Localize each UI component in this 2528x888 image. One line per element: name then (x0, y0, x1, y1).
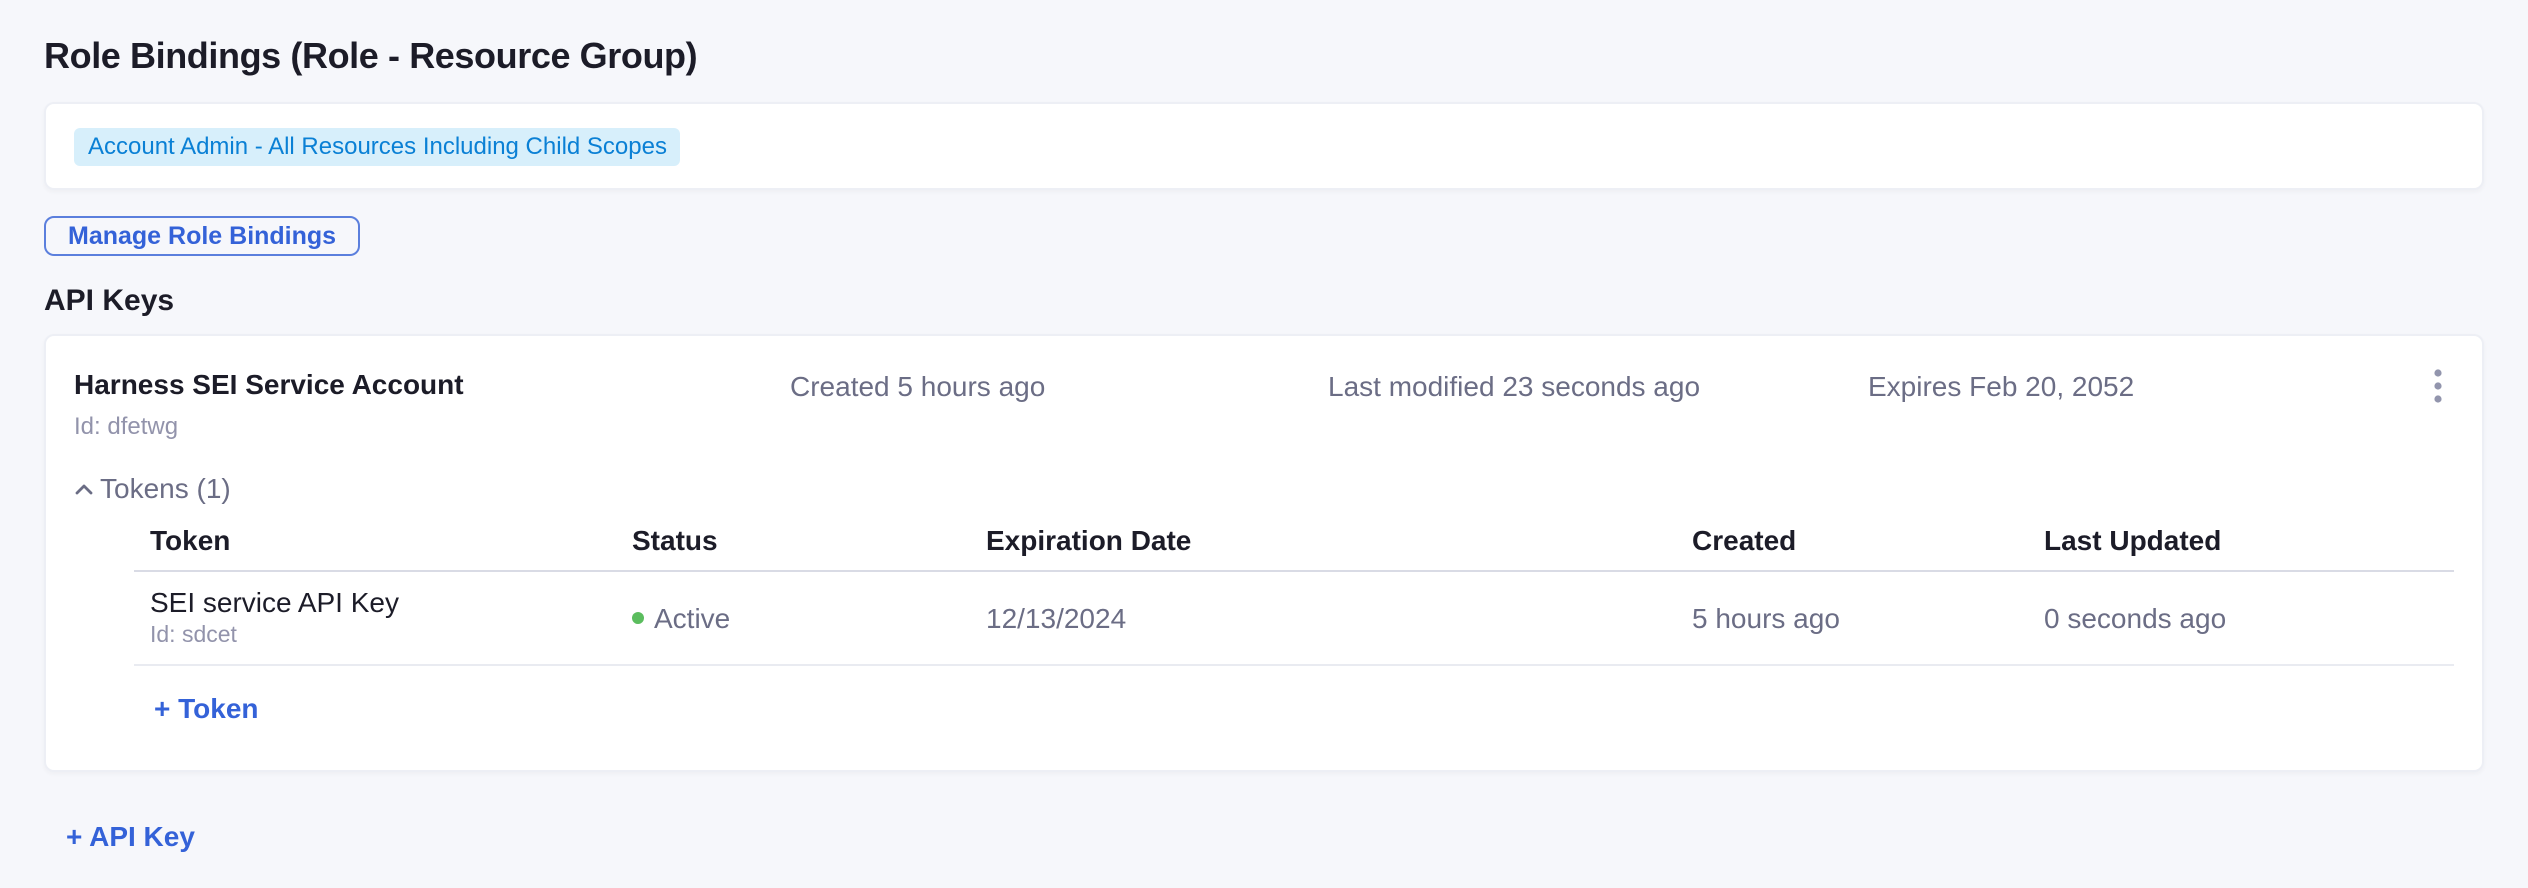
role-binding-tag[interactable]: Account Admin - All Resources Including … (74, 127, 681, 165)
role-bindings-card: Account Admin - All Resources Including … (44, 102, 2484, 190)
status-badge: Active (632, 601, 970, 635)
tokens-table-header: Token Status Expiration Date Created Las… (134, 524, 2454, 572)
status-label: Active (654, 601, 730, 635)
manage-role-bindings-button[interactable]: Manage Role Bindings (44, 216, 360, 256)
token-menu-button[interactable] (2418, 600, 2454, 636)
header-last-updated: Last Updated (2028, 524, 2390, 558)
api-key-header-row: Harness SEI Service Account Id: dfetwg C… (74, 368, 2454, 440)
add-api-key-button[interactable]: + API Key (66, 820, 195, 852)
api-key-expires: Expires Feb 20, 2052 (1868, 368, 2422, 404)
api-key-card: Harness SEI Service Account Id: dfetwg C… (44, 334, 2484, 772)
kebab-menu-icon (2434, 368, 2442, 404)
api-keys-title: API Keys (44, 284, 2484, 320)
table-row[interactable]: SEI service API Key Id: sdcet Active 12/… (134, 572, 2454, 666)
add-token-button[interactable]: + Token (154, 692, 259, 724)
header-status: Status (616, 524, 970, 558)
token-name: SEI service API Key (150, 586, 616, 618)
chevron-up-icon (74, 482, 94, 496)
main-content: Role Bindings (Role - Resource Group) Ac… (0, 0, 2528, 856)
tokens-table: Token Status Expiration Date Created Las… (134, 524, 2454, 728)
api-key-id: Id: dfetwg (74, 412, 790, 440)
status-cell: Active (616, 601, 970, 635)
tokens-collapse-toggle[interactable]: Tokens (1) (74, 472, 231, 506)
role-bindings-title: Role Bindings (Role - Resource Group) (44, 0, 2484, 78)
api-key-created: Created 5 hours ago (790, 368, 1328, 404)
api-key-name: Harness SEI Service Account (74, 368, 790, 402)
api-key-info: Harness SEI Service Account Id: dfetwg (74, 368, 790, 440)
token-id: Id: sdcet (150, 624, 616, 650)
page: Role Bindings (Role - Resource Group) Ac… (0, 0, 2528, 888)
api-key-last-modified: Last modified 23 seconds ago (1328, 368, 1868, 404)
token-cell: SEI service API Key Id: sdcet (134, 586, 616, 650)
tokens-toggle-label: Tokens (1) (100, 472, 231, 506)
expiration-date-cell: 12/13/2024 (970, 601, 1676, 635)
last-updated-cell: 0 seconds ago (2028, 601, 2390, 635)
header-token: Token (134, 524, 616, 558)
created-cell: 5 hours ago (1676, 601, 2028, 635)
api-key-menu-button[interactable] (2422, 368, 2454, 404)
status-dot-icon (632, 612, 644, 624)
header-created: Created (1676, 524, 2028, 558)
header-expiration-date: Expiration Date (970, 524, 1676, 558)
